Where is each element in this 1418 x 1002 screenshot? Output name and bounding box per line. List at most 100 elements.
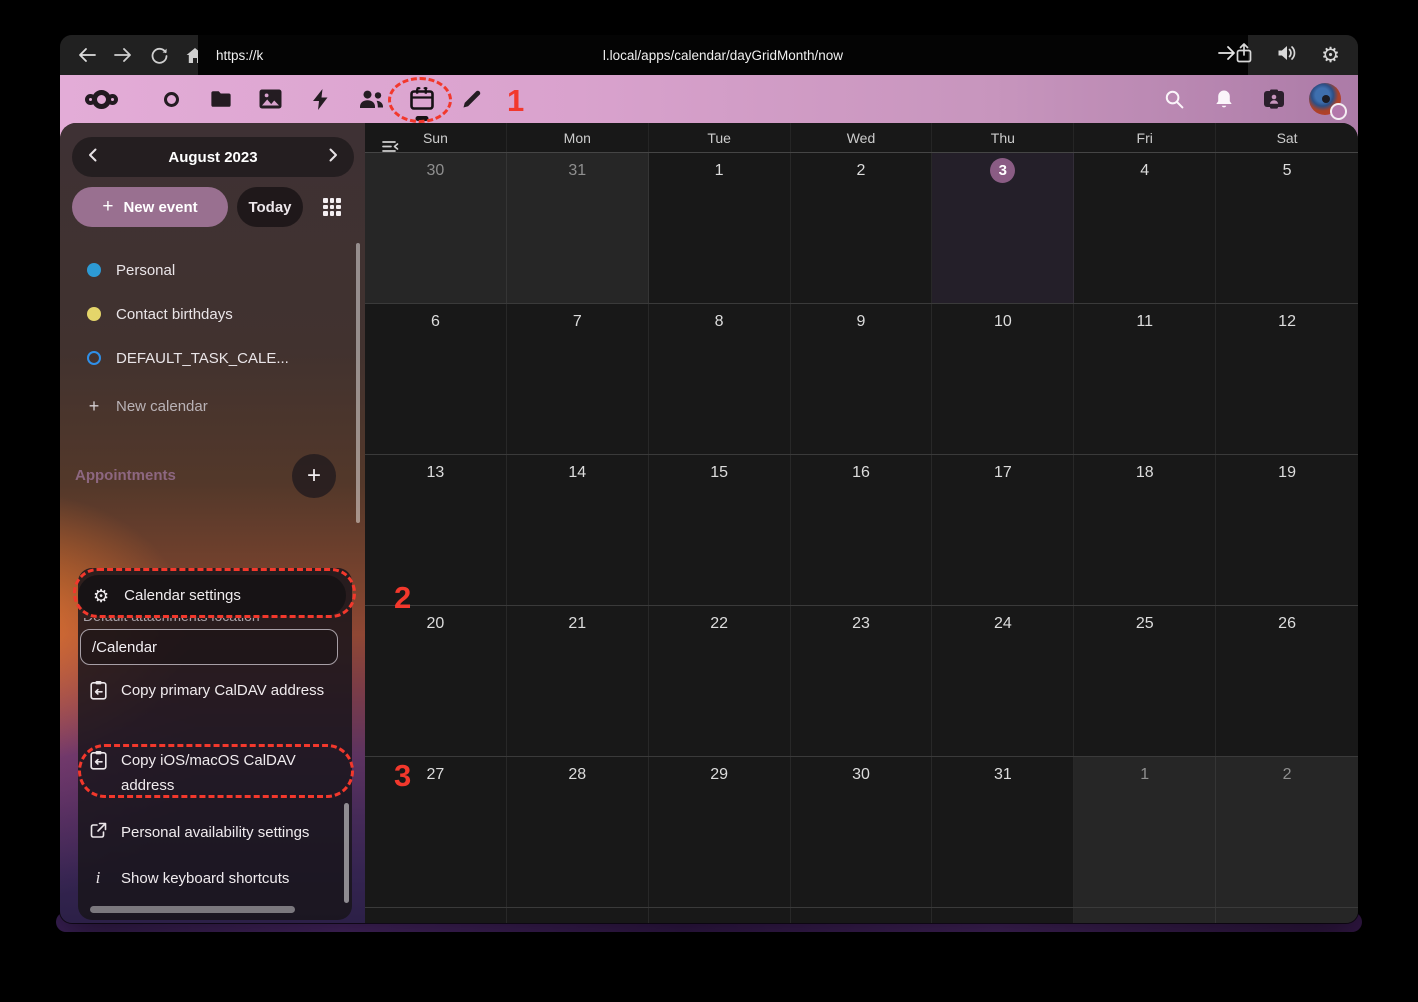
contacts-app-icon[interactable] <box>349 75 393 123</box>
day-cell-31[interactable]: 31 <box>507 153 649 303</box>
day-cell-19[interactable]: 19 <box>1216 455 1358 605</box>
day-cell-13[interactable]: 13 <box>365 455 507 605</box>
day-cell-14[interactable]: 14 <box>507 455 649 605</box>
day-cell-5[interactable]: 5 <box>1216 153 1358 303</box>
day-cell-25[interactable]: 25 <box>1074 606 1216 756</box>
day-cell-partial[interactable] <box>932 908 1074 923</box>
day-cell-28[interactable]: 28 <box>507 757 649 907</box>
day-cell-26[interactable]: 26 <box>1216 606 1358 756</box>
calendar-settings-button[interactable]: ⚙ Calendar settings <box>78 575 346 616</box>
day-cell-7[interactable]: 7 <box>507 304 649 454</box>
day-cell-21[interactable]: 21 <box>507 606 649 756</box>
day-cell-1[interactable]: 1 <box>1074 757 1216 907</box>
share-icon[interactable] <box>1235 43 1253 68</box>
search-icon[interactable] <box>1156 75 1192 123</box>
weekday-thu: Thu <box>932 123 1074 152</box>
day-cell-9[interactable]: 9 <box>791 304 933 454</box>
day-cell-2[interactable]: 2 <box>791 153 933 303</box>
show-keyboard-shortcuts-button[interactable]: i Show keyboard shortcuts <box>78 866 289 891</box>
nextcloud-logo-icon[interactable] <box>68 75 134 123</box>
back-icon[interactable] <box>74 47 100 63</box>
copy-primary-caldav-button[interactable]: Copy primary CalDAV address <box>78 678 339 703</box>
files-app-icon[interactable] <box>203 75 239 123</box>
sidebar-scrollbar[interactable] <box>356 243 360 523</box>
photos-app-icon[interactable] <box>252 75 288 123</box>
day-cell-12[interactable]: 12 <box>1216 304 1358 454</box>
today-button[interactable]: Today <box>237 187 303 227</box>
month-navigation: August 2023 <box>72 137 354 177</box>
attachments-location-input[interactable] <box>80 629 338 665</box>
day-cell-partial[interactable] <box>1216 908 1358 923</box>
day-cell-partial[interactable] <box>507 908 649 923</box>
new-event-button[interactable]: + New event <box>72 187 228 227</box>
appointments-heading: Appointments <box>75 467 176 484</box>
external-link-icon <box>88 822 108 845</box>
personal-availability-button[interactable]: Personal availability settings <box>78 820 309 845</box>
day-cell-partial[interactable] <box>1074 908 1216 923</box>
day-cell-24[interactable]: 24 <box>932 606 1074 756</box>
clipboard-arrow-icon <box>88 750 108 798</box>
today-badge: 3 <box>990 158 1015 183</box>
reload-icon[interactable] <box>146 47 172 64</box>
plus-icon: + <box>87 396 101 417</box>
day-cell-20[interactable]: 20 <box>365 606 507 756</box>
day-cell-10[interactable]: 10 <box>932 304 1074 454</box>
url-text-left: https://k <box>216 48 263 63</box>
day-cell-31[interactable]: 31 <box>932 757 1074 907</box>
day-cell-22[interactable]: 22 <box>649 606 791 756</box>
calendar-app-icon[interactable] <box>404 75 440 123</box>
notes-app-icon[interactable] <box>454 75 490 123</box>
day-cell-11[interactable]: 11 <box>1074 304 1216 454</box>
day-cell-6[interactable]: 6 <box>365 304 507 454</box>
day-cell-4[interactable]: 4 <box>1074 153 1216 303</box>
prev-month-chevron-icon[interactable] <box>88 148 97 167</box>
url-text-right: l.local/apps/calendar/dayGridMonth/now <box>198 48 1248 63</box>
active-app-indicator <box>416 116 429 121</box>
day-cell-18[interactable]: 18 <box>1074 455 1216 605</box>
panel-scrollbar-vertical[interactable] <box>344 803 349 903</box>
day-cell-partial[interactable] <box>649 908 791 923</box>
day-cell-16[interactable]: 16 <box>791 455 933 605</box>
calendar-list-item[interactable]: DEFAULT_TASK_CALE... <box>60 343 365 373</box>
day-cell-29[interactable]: 29 <box>649 757 791 907</box>
collapse-sidebar-icon[interactable] <box>381 139 399 159</box>
day-cell-2[interactable]: 2 <box>1216 757 1358 907</box>
add-appointment-button[interactable]: + <box>292 454 336 498</box>
panel-scrollbar-horizontal[interactable] <box>90 906 295 913</box>
next-month-chevron-icon[interactable] <box>329 148 338 167</box>
day-cell-8[interactable]: 8 <box>649 304 791 454</box>
notifications-bell-icon[interactable] <box>1206 75 1242 123</box>
day-cell-27[interactable]: 27 <box>365 757 507 907</box>
day-cell-3[interactable]: 3 <box>932 153 1074 303</box>
day-cell-15[interactable]: 15 <box>649 455 791 605</box>
forward-icon[interactable] <box>110 47 136 63</box>
day-cell-17[interactable]: 17 <box>932 455 1074 605</box>
clipboard-arrow-icon <box>88 680 108 703</box>
calendar-list-item[interactable]: Contact birthdays <box>60 299 365 329</box>
day-cell-30[interactable]: 30 <box>791 757 933 907</box>
url-bar[interactable]: l.local/apps/calendar/dayGridMonth/now h… <box>198 35 1248 75</box>
go-arrow-icon[interactable] <box>1218 45 1236 66</box>
day-cell-23[interactable]: 23 <box>791 606 933 756</box>
calendar-sidebar: August 2023 + New event Today Personal Co… <box>60 123 365 923</box>
browser-toolbar: l.local/apps/calendar/dayGridMonth/now h… <box>60 35 1358 75</box>
day-cell-partial[interactable] <box>791 908 933 923</box>
weekday-tue: Tue <box>649 123 791 152</box>
settings-gear-icon[interactable]: ⚙ <box>1321 45 1340 66</box>
new-calendar-button[interactable]: + New calendar <box>60 391 365 421</box>
activity-app-icon[interactable] <box>302 75 338 123</box>
copy-ios-macos-caldav-button[interactable]: Copy iOS/macOS CalDAV address <box>78 748 339 798</box>
calendar-list-item[interactable]: Personal <box>60 255 365 285</box>
calendar-week-row: 20212223242526 <box>365 606 1358 757</box>
contacts-menu-icon[interactable] <box>1256 75 1292 123</box>
calendar-week-row: 303112 3 45 <box>365 153 1358 304</box>
calendar-week-row: 6789101112 <box>365 304 1358 455</box>
weekday-header-row: SunMonTueWedThuFriSat <box>365 123 1358 153</box>
grid-view-icon[interactable] <box>323 198 341 216</box>
dashboard-app-icon[interactable] <box>153 75 189 123</box>
day-cell-partial[interactable] <box>365 908 507 923</box>
day-cell-1[interactable]: 1 <box>649 153 791 303</box>
audio-icon[interactable] <box>1277 44 1297 67</box>
avatar[interactable] <box>1307 75 1343 123</box>
day-cell-30[interactable]: 30 <box>365 153 507 303</box>
